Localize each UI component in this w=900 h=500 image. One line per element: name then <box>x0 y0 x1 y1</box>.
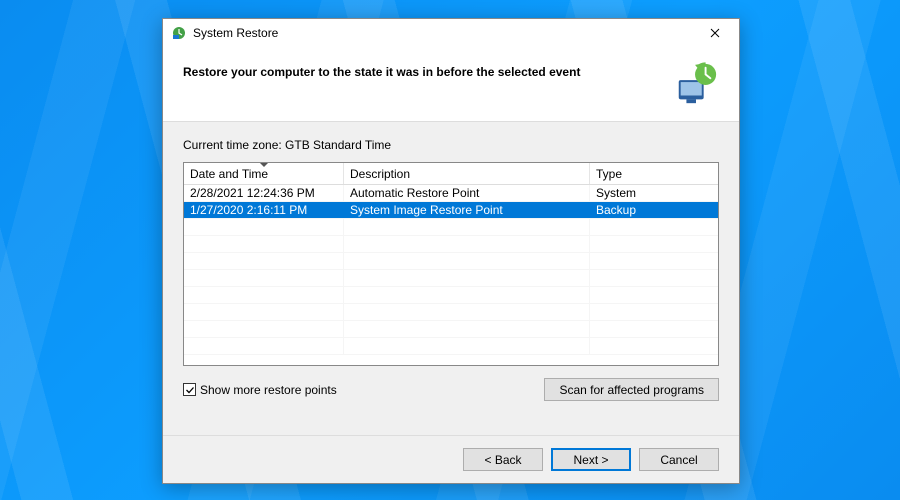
content-area: Current time zone: GTB Standard Time Dat… <box>163 122 739 435</box>
next-button[interactable]: Next > <box>551 448 631 471</box>
table-row[interactable]: 1/27/2020 2:16:11 PM System Image Restor… <box>184 202 718 219</box>
footer-buttons: < Back Next > Cancel <box>163 435 739 483</box>
options-row: Show more restore points Scan for affect… <box>183 378 719 401</box>
restore-header-icon <box>673 61 719 107</box>
cell-type: System <box>590 185 718 201</box>
table-row-empty <box>184 304 718 321</box>
scan-affected-button[interactable]: Scan for affected programs <box>544 378 719 401</box>
cell-description: Automatic Restore Point <box>344 185 590 201</box>
checkmark-icon <box>185 385 195 395</box>
table-body: 2/28/2021 12:24:36 PM Automatic Restore … <box>184 185 718 365</box>
close-button[interactable] <box>695 21 735 45</box>
table-row-empty <box>184 287 718 304</box>
titlebar[interactable]: System Restore <box>163 19 739 47</box>
table-row-empty <box>184 270 718 287</box>
restore-points-table: Date and Time Description Type 2/28/2021… <box>183 162 719 366</box>
checkbox-icon <box>183 383 196 396</box>
window-title: System Restore <box>193 26 695 40</box>
table-header: Date and Time Description Type <box>184 163 718 185</box>
system-restore-dialog: System Restore Restore your computer to … <box>162 18 740 484</box>
cell-date: 1/27/2020 2:16:11 PM <box>184 202 344 218</box>
column-header-description[interactable]: Description <box>344 163 590 184</box>
table-row-empty <box>184 253 718 270</box>
close-icon <box>710 28 720 38</box>
cell-description: System Image Restore Point <box>344 202 590 218</box>
table-row[interactable]: 2/28/2021 12:24:36 PM Automatic Restore … <box>184 185 718 202</box>
table-row-empty <box>184 321 718 338</box>
column-header-date[interactable]: Date and Time <box>184 163 344 184</box>
show-more-label: Show more restore points <box>200 383 337 397</box>
system-restore-icon <box>171 25 187 41</box>
header-band: Restore your computer to the state it wa… <box>163 47 739 122</box>
header-heading: Restore your computer to the state it wa… <box>183 61 665 79</box>
table-row-empty <box>184 236 718 253</box>
timezone-label: Current time zone: GTB Standard Time <box>183 138 719 152</box>
table-row-empty <box>184 338 718 355</box>
column-header-type[interactable]: Type <box>590 163 718 184</box>
cell-type: Backup <box>590 202 718 218</box>
cancel-button[interactable]: Cancel <box>639 448 719 471</box>
table-row-empty <box>184 219 718 236</box>
back-button[interactable]: < Back <box>463 448 543 471</box>
show-more-checkbox-wrap[interactable]: Show more restore points <box>183 383 337 397</box>
cell-date: 2/28/2021 12:24:36 PM <box>184 185 344 201</box>
